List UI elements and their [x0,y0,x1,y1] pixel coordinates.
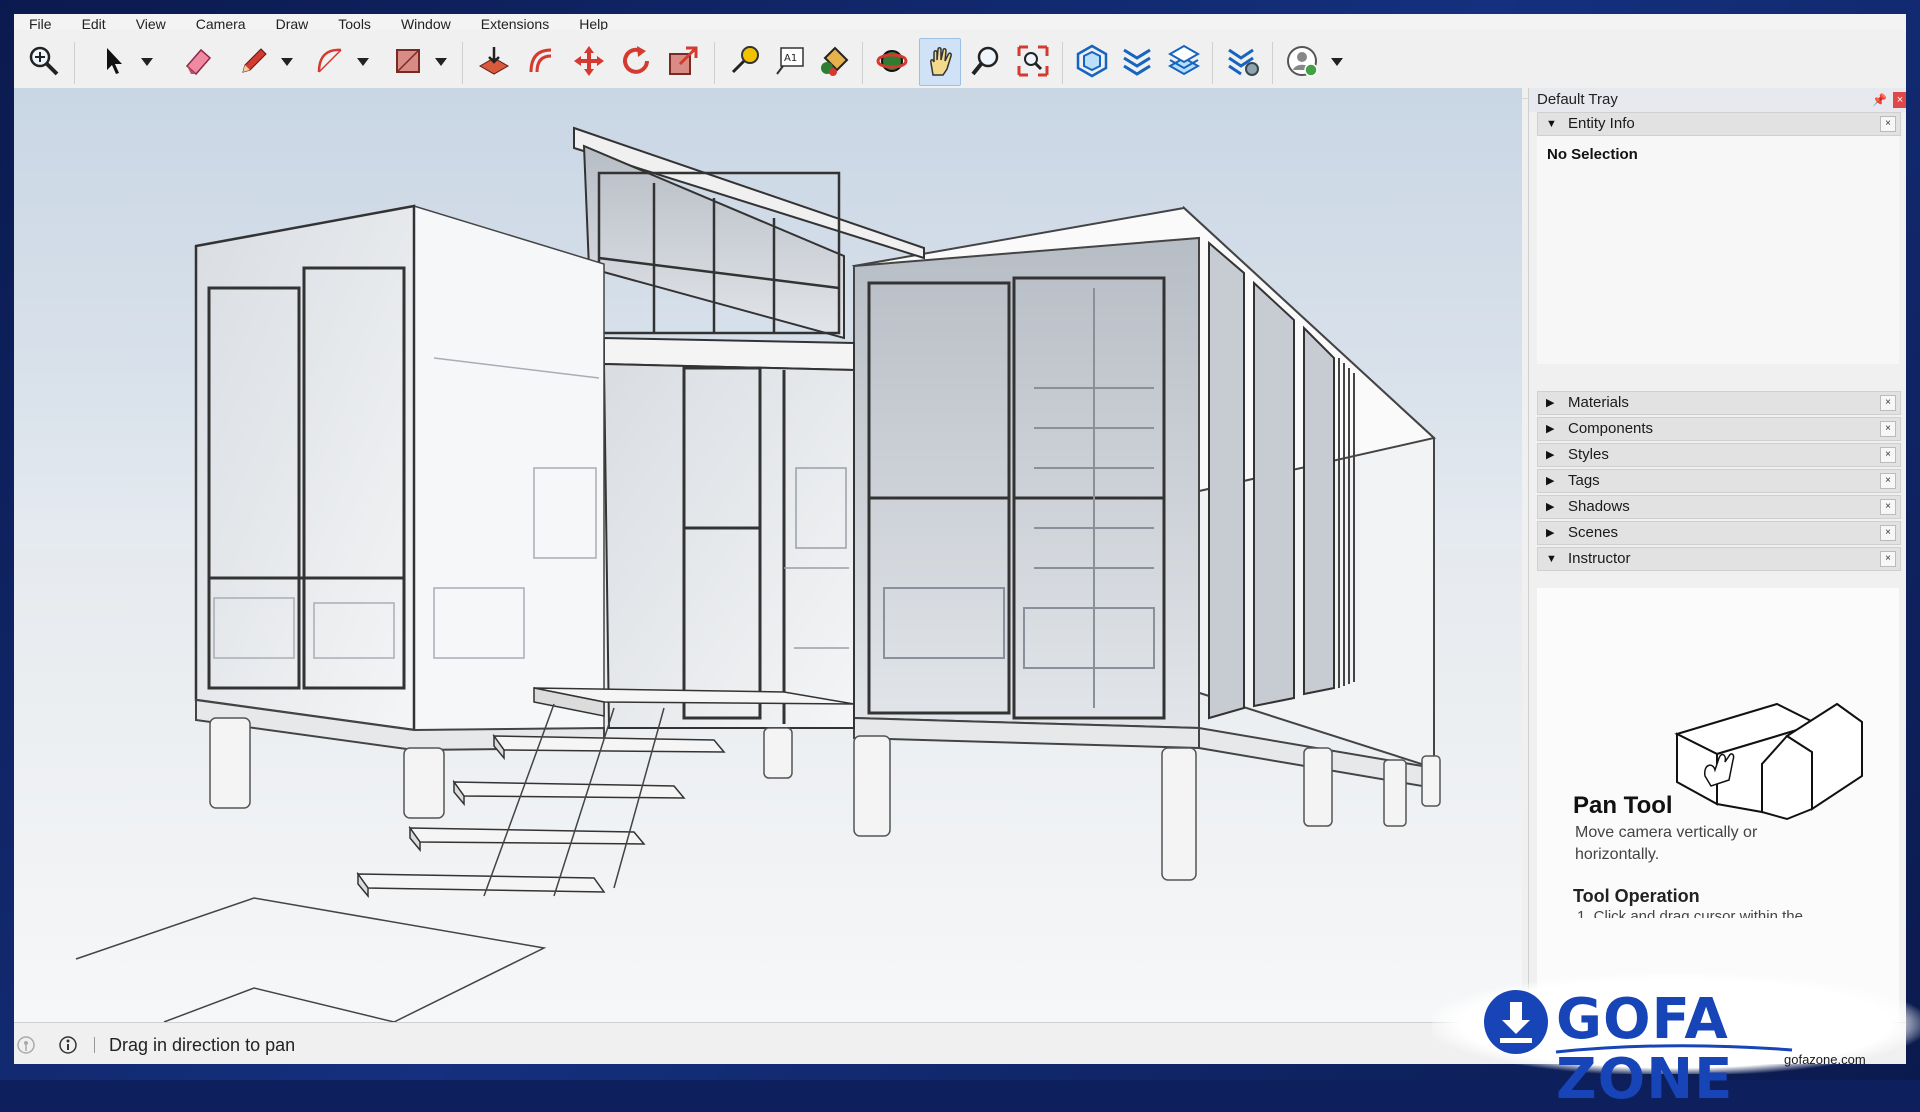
extension-manager-icon[interactable] [1224,38,1264,84]
collapsed-triangle-icon: ▶ [1546,501,1555,513]
default-tray: Default Tray 📌 × ▼ Entity Info × No Sele… [1528,88,1906,1022]
instructor-description: Move camera vertically or horizontally. [1575,824,1758,863]
eraser-icon[interactable] [178,38,218,84]
close-icon[interactable]: × [1880,551,1896,567]
push-pull-icon[interactable] [474,38,514,84]
close-icon[interactable]: × [1880,473,1896,489]
account-dropdown-caret[interactable] [1330,56,1344,68]
watermark-swoosh [1555,1044,1793,1054]
arc-icon[interactable] [310,38,350,84]
expanded-triangle-icon: ▼ [1546,553,1557,565]
expanded-triangle-icon: ▼ [1546,118,1557,130]
zoom-extents-icon[interactable] [1013,38,1053,84]
menu-view[interactable]: View [121,17,181,30]
pin-icon[interactable]: 📌 [1864,88,1887,112]
orbit-icon[interactable] [872,38,912,84]
status-divider [94,1037,95,1053]
pan-house-illustration [1674,702,1863,821]
selection-status: No Selection [1547,146,1638,163]
zoom-icon[interactable] [24,38,64,84]
collapsed-triangle-icon: ▶ [1546,449,1555,461]
account-icon[interactable] [1282,38,1322,84]
instructor-step: 1. Click and drag cursor within the [1577,908,1803,918]
extension-warehouse-icon[interactable] [1117,38,1157,84]
arc-dropdown-caret[interactable] [356,56,370,68]
pencil-icon[interactable] [234,38,274,84]
menu-window[interactable]: Window [386,17,466,30]
tray-close-button[interactable]: × [1893,92,1906,108]
geo-location-icon[interactable] [16,1035,36,1055]
sketchup-window: File Edit View Camera Draw Tools Window … [14,14,1906,1064]
download-logo-icon [1484,990,1548,1054]
collapsed-triangle-icon: ▶ [1546,475,1555,487]
rectangle-dropdown-caret[interactable] [434,56,448,68]
status-message: Drag in direction to pan [109,1035,296,1055]
svg-text:A1: A1 [784,53,797,64]
house-model-drawing [14,126,1522,1022]
collapsed-triangle-icon: ▶ [1546,397,1555,409]
instructor-operation-heading: Tool Operation [1573,886,1700,906]
panel-shadows[interactable]: ▶ Shadows × [1537,495,1901,519]
menu-help[interactable]: Help [564,17,623,30]
panel-components[interactable]: ▶ Components × [1537,417,1901,441]
rectangle-icon[interactable] [388,38,428,84]
close-icon[interactable]: × [1880,116,1896,132]
instructor-tool-name: Pan Tool [1573,792,1673,819]
menu-edit[interactable]: Edit [67,17,121,30]
menu-tools[interactable]: Tools [323,17,386,30]
pencil-dropdown-caret[interactable] [280,56,294,68]
tray-title: Default Tray [1537,91,1618,108]
panel-entity-info[interactable]: ▼ Entity Info × [1537,112,1901,136]
pan-icon[interactable] [919,38,961,86]
info-icon[interactable] [58,1035,78,1055]
panel-tags[interactable]: ▶ Tags × [1537,469,1901,493]
select-icon[interactable] [94,38,134,84]
panel-instructor[interactable]: ▼ Instructor × [1537,547,1901,571]
offset-icon[interactable] [522,38,562,84]
instructor-body: Pan Tool Move camera vertically or horiz… [1537,588,1899,1022]
menu-file[interactable]: File [14,17,67,30]
tray-title-bar: Default Tray 📌 × [1529,88,1906,112]
watermark-url: gofazone.com [1784,1052,1866,1067]
close-icon[interactable]: × [1880,525,1896,541]
close-icon[interactable]: × [1880,447,1896,463]
select-dropdown-caret[interactable] [140,56,154,68]
menu-bar: File Edit View Camera Draw Tools Window … [14,14,1906,30]
panel-scenes[interactable]: ▶ Scenes × [1537,521,1901,545]
menu-draw[interactable]: Draw [261,17,324,30]
menu-camera[interactable]: Camera [181,17,261,30]
entity-info-body: No Selection [1537,136,1899,364]
text-icon[interactable]: A1 [770,38,810,84]
scale-icon[interactable] [663,38,703,84]
paint-bucket-icon[interactable] [814,38,854,84]
gofazone-watermark: GOFA ZONE gofazone.com [1432,974,1920,1110]
move-icon[interactable] [569,38,609,84]
close-icon[interactable]: × [1880,395,1896,411]
model-viewport[interactable] [14,88,1522,1022]
collapsed-triangle-icon: ▶ [1546,423,1555,435]
rotate-icon[interactable] [616,38,656,84]
zoom-magnifier-icon[interactable] [966,38,1006,84]
collapsed-triangle-icon: ▶ [1546,527,1555,539]
layout-icon[interactable] [1164,38,1204,84]
panel-materials[interactable]: ▶ Materials × [1537,391,1901,415]
close-icon[interactable]: × [1880,499,1896,515]
close-icon[interactable]: × [1880,421,1896,437]
3d-warehouse-icon[interactable] [1072,38,1112,84]
menu-extensions[interactable]: Extensions [466,17,564,30]
panel-styles[interactable]: ▶ Styles × [1537,443,1901,467]
tape-measure-icon[interactable] [724,38,764,84]
